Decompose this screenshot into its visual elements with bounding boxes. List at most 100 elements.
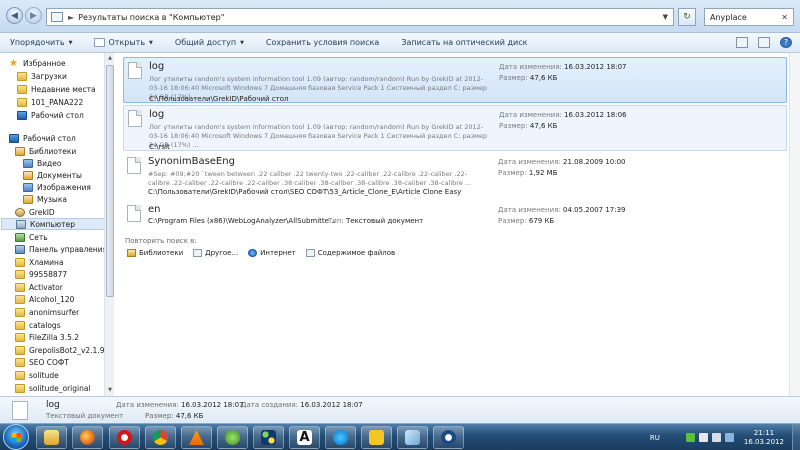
nav-libraries[interactable]: Библиотеки (15, 145, 76, 157)
chevron-down-icon[interactable]: ▼ (663, 13, 668, 21)
preview-pane-icon[interactable] (758, 37, 770, 48)
nav-folder-item[interactable]: solitude_original (15, 382, 91, 394)
forward-button[interactable]: ▶ (25, 7, 42, 24)
tray-app-icon[interactable] (685, 433, 695, 442)
folder-icon (15, 370, 25, 380)
nav-folder-item[interactable]: 99558877 (15, 269, 67, 281)
nav-computer[interactable]: Компьютер (1, 218, 113, 230)
taskbar-font-app[interactable]: A (289, 426, 320, 449)
tray-flag-icon[interactable] (724, 433, 734, 442)
search-again-libraries[interactable]: Библиотеки (127, 249, 183, 257)
nav-label: 99558877 (29, 270, 68, 280)
taskbar-batman-app[interactable] (361, 426, 392, 449)
nav-recent[interactable]: Недавние места (17, 83, 96, 95)
search-again-internet[interactable]: Интернет (248, 249, 296, 257)
tray-volume-icon[interactable] (711, 433, 721, 442)
open-button[interactable]: Открыть ▼ (94, 38, 153, 47)
nav-documents[interactable]: Документы (23, 169, 82, 181)
folder-icon (15, 307, 25, 317)
start-button[interactable] (3, 424, 29, 450)
taskbar-skype[interactable] (325, 426, 356, 449)
nav-downloads[interactable]: Загрузки (17, 70, 67, 82)
result-item[interactable]: en C:\Program Files (x86)\WebLogAnalyzer… (123, 201, 787, 231)
result-date: Дата изменения: 21.08.2009 10:00 (498, 158, 626, 166)
nav-folder-item[interactable]: Alcohol_120 (15, 294, 74, 306)
language-indicator[interactable]: RU (650, 434, 660, 442)
taskbar-shield-app[interactable] (433, 426, 464, 449)
nav-scrollbar[interactable]: ▲ ▼ (104, 53, 114, 396)
size-value: 47,6 КБ (529, 74, 558, 82)
organize-button[interactable]: Упорядочить ▼ (10, 38, 72, 47)
clear-search-icon[interactable]: ✕ (781, 13, 788, 22)
nav-folder-item[interactable]: Activator (15, 281, 63, 293)
type-label: Тип: (328, 217, 344, 225)
nav-label: Activator (29, 282, 63, 292)
scroll-down-icon[interactable]: ▼ (106, 386, 114, 395)
nav-images[interactable]: Изображения (23, 181, 91, 193)
nav-folder-item[interactable]: anonimsurfer (15, 306, 79, 318)
results-scrollbar[interactable] (789, 53, 800, 396)
search-input[interactable]: Anyplace ✕ (704, 8, 794, 26)
taskbar-chrome[interactable] (145, 426, 176, 449)
nav-control-panel[interactable]: Панель управления (15, 243, 107, 255)
nav-folder-item[interactable]: Хламина (15, 256, 64, 268)
taskbar-opera[interactable] (109, 426, 140, 449)
result-item[interactable]: log Лог утилиты random's system informat… (123, 105, 787, 151)
nav-scrollbar-thumb[interactable] (106, 65, 114, 297)
clock[interactable]: 21:11 16.03.2012 (744, 429, 784, 447)
nav-folder-item[interactable]: SEO СОФТ (15, 357, 69, 369)
nav-folder-item[interactable]: catalogs (15, 319, 61, 331)
save-search-button[interactable]: Сохранить условия поиска (266, 38, 379, 47)
clock-date: 16.03.2012 (743, 437, 784, 446)
folder-icon (15, 333, 25, 343)
tray-network-icon[interactable] (698, 433, 708, 442)
taskbar-vlc[interactable] (181, 426, 212, 449)
taskbar-utorrent[interactable] (217, 426, 248, 449)
nav-desktop[interactable]: Рабочий стол (9, 132, 76, 144)
nav-music[interactable]: Музыка (23, 193, 67, 205)
breadcrumb[interactable]: Результаты поиска в "Компьютер" (78, 13, 224, 22)
taskbar-firefox[interactable] (72, 426, 103, 449)
nav-panasonic[interactable]: 101_PANA222 (17, 96, 83, 108)
nav-network[interactable]: Сеть (15, 231, 48, 243)
chevron-down-icon: ▼ (68, 39, 73, 46)
burn-disc-button[interactable]: Записать на оптический диск (401, 38, 527, 47)
result-size: Размер: 679 КБ (498, 217, 554, 225)
search-again-file-contents[interactable]: Содержимое файлов (305, 249, 395, 257)
result-item[interactable]: SynonimBaseEng #Sep: #09;#20 `tween betw… (123, 153, 787, 199)
nav-desktop-favorite[interactable]: Рабочий стол (17, 109, 84, 121)
details-size: Размер: 47,6 КБ (145, 412, 203, 420)
nav-folder-item[interactable]: FileZilla 3.5.2 (15, 332, 79, 344)
scroll-up-icon[interactable]: ▲ (106, 54, 114, 63)
back-button[interactable]: ◀ (6, 7, 23, 24)
nav-folder-item[interactable]: solitude (15, 369, 59, 381)
share-button[interactable]: Общий доступ ▼ (175, 38, 244, 47)
breadcrumb-separator[interactable]: ► (68, 13, 74, 22)
nav-favorites[interactable]: ★ Избранное (9, 57, 66, 69)
taskbar-explorer[interactable] (36, 426, 67, 449)
search-again-other[interactable]: Другое... (193, 249, 238, 257)
nav-grekid[interactable]: GrekID (15, 206, 55, 218)
open-label: Открыть (108, 38, 146, 47)
help-icon[interactable]: ? (780, 37, 792, 48)
date-value: 16.03.2012 18:07 (564, 63, 627, 71)
nav-folder-item[interactable]: GrepolisBot2_v2.1.9.1 (15, 344, 112, 356)
result-item[interactable]: log Лог утилиты random's system informat… (123, 57, 787, 103)
taskbar-app-dots[interactable] (253, 426, 284, 449)
skype-icon (333, 430, 348, 445)
option-label: Другое... (205, 249, 239, 257)
clock-time: 21:11 (753, 428, 775, 437)
nav-label: anonimsurfer (29, 307, 80, 317)
refresh-button[interactable]: ↻ (678, 8, 696, 26)
date-value: 16.03.2012 18:06 (564, 111, 627, 119)
address-field[interactable]: ► Результаты поиска в "Компьютер" ▼ (46, 8, 674, 26)
search-input-value: Anyplace (710, 12, 747, 22)
view-options-icon[interactable] (736, 37, 748, 48)
nav-video[interactable]: Видео (23, 157, 61, 169)
show-desktop-button[interactable] (792, 424, 800, 450)
window-icon (405, 430, 420, 445)
result-path: C:\Пользователи\GrekID\Рабочий стол\SEO … (148, 188, 462, 196)
taskbar: A RU 21:11 16.03.2012 (0, 423, 800, 450)
search-again-options: Библиотеки Другое... Интернет Содержимое… (127, 249, 395, 257)
taskbar-window-app[interactable] (397, 426, 428, 449)
